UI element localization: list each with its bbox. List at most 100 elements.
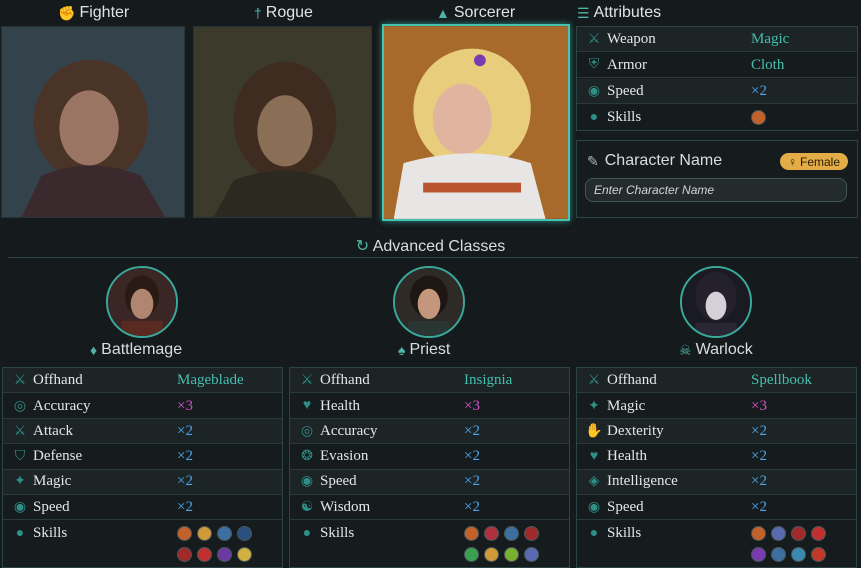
attribute-label: Weapon (607, 30, 656, 47)
skill-icon[interactable] (177, 526, 192, 541)
skill-icon[interactable] (524, 526, 539, 541)
attribute-label: Skills (607, 109, 642, 125)
attribute-row-armor: ⛨ Armor Cloth (577, 53, 857, 78)
skill-icon[interactable] (484, 526, 499, 541)
stat-row: ◎ Accuracy ×2 (290, 419, 569, 445)
skill-icon[interactable] (217, 547, 232, 562)
advanced-class-panel-battlemage: ⚔ Offhand Mageblade ◎ Accuracy ×3 ⚔ Atta… (2, 367, 283, 568)
stat-label: Dexterity (607, 422, 664, 439)
stat-row: ✦ Magic ×3 (577, 394, 856, 419)
skill-icon[interactable] (504, 547, 519, 562)
stat-label: Speed (607, 498, 644, 515)
skill-icon[interactable] (177, 547, 192, 562)
class-name: Battlemage (101, 341, 183, 358)
sorcerer-art (384, 26, 568, 219)
attribute-value: ×2 (751, 82, 767, 99)
skills-icon: ● (589, 109, 599, 125)
skill-icon[interactable] (811, 547, 826, 562)
stat-value: ×2 (464, 473, 480, 490)
magic-icon: ✦ (14, 474, 26, 490)
character-name-panel: ✎ Character Name ♀ Female (576, 140, 858, 218)
skill-icon[interactable] (791, 547, 806, 562)
skill-icon[interactable] (197, 547, 212, 562)
rogue-portrait[interactable] (193, 26, 372, 218)
skills-label: Skills (607, 525, 642, 541)
sorcerer-portrait[interactable] (382, 24, 570, 221)
skill-icon[interactable] (771, 547, 786, 562)
advanced-class-panel-priest: ⚔ Offhand Insignia ♥ Health ×3 ◎ Accurac… (289, 367, 570, 568)
stat-value: ×3 (464, 397, 480, 414)
stat-row: ◉ Speed ×2 (290, 469, 569, 495)
class-name: Warlock (695, 341, 753, 358)
character-name-title: Character Name (604, 152, 723, 169)
skill-icon[interactable] (751, 547, 766, 562)
speed-icon: ◉ (587, 499, 601, 515)
skill-icon[interactable] (771, 526, 786, 541)
skill-icon[interactable] (237, 526, 252, 541)
offhand-label: Offhand (33, 371, 83, 388)
skill-icon[interactable] (524, 547, 539, 562)
shield-icon: ⛉ (14, 448, 26, 464)
skill-icon[interactable] (811, 526, 826, 541)
magic-icon: ✦ (588, 398, 600, 414)
attribute-label: Speed (607, 82, 644, 99)
class-name: Priest (409, 341, 451, 358)
attribute-row-weapon: ⚔ Weapon Magic (577, 27, 857, 52)
speed-icon: ◉ (300, 474, 314, 490)
fighter-portrait[interactable] (1, 26, 185, 218)
heart-icon: ♥ (302, 398, 312, 413)
skill-icon[interactable] (197, 526, 212, 541)
dexterity-icon: ✋ (585, 423, 603, 439)
list-icon: ☰ (577, 4, 590, 21)
offhand-icon: ⚔ (587, 372, 601, 388)
skill-icon[interactable] (504, 526, 519, 541)
skill-icon[interactable] (791, 526, 806, 541)
stat-value: ×2 (751, 422, 767, 439)
battlemage-name: ♦ Battlemage (90, 341, 182, 359)
skill-icon[interactable] (464, 526, 479, 541)
warlock-avatar[interactable] (680, 266, 752, 338)
offhand-row: ⚔ Offhand Spellbook (577, 368, 856, 393)
advanced-class-panel-warlock: ⚔ Offhand Spellbook ✦ Magic ×3 ✋ Dexteri… (576, 367, 857, 568)
stat-value: ×2 (464, 422, 480, 439)
stat-value: ×2 (177, 448, 193, 465)
stat-label: Speed (33, 498, 70, 515)
speed-icon: ◉ (587, 83, 601, 99)
wizard-hat-icon: ▲ (436, 5, 450, 21)
offhand-icon: ⚔ (13, 372, 27, 388)
fist-icon: ✊ (58, 4, 76, 21)
fire-skill-icon[interactable] (751, 110, 766, 125)
stat-label: Health (607, 448, 647, 465)
skill-icon[interactable] (484, 547, 499, 562)
attribute-label: Armor (607, 56, 647, 73)
stat-row: ◎ Accuracy ×3 (3, 394, 282, 419)
skills-row: ● Skills (577, 521, 856, 567)
stat-value: ×3 (751, 397, 767, 414)
stat-value: ×2 (177, 473, 193, 490)
sorcerer-label: Sorcerer (453, 4, 516, 21)
skill-icon[interactable] (751, 526, 766, 541)
target-icon: ◎ (13, 398, 27, 414)
skills-label: Skills (320, 525, 355, 541)
character-name-input[interactable] (585, 178, 847, 202)
stat-row: ◉ Speed ×2 (3, 495, 282, 521)
skill-icon[interactable] (217, 526, 232, 541)
skill-icon[interactable] (464, 547, 479, 562)
pencil-icon: ✎ (587, 152, 599, 169)
intelligence-icon: ◈ (588, 474, 600, 490)
offhand-label: Offhand (607, 371, 657, 388)
skills-row: ● Skills (3, 521, 282, 567)
skill-icon[interactable] (237, 547, 252, 562)
fighter-art (2, 27, 184, 217)
stat-label: Magic (33, 473, 72, 490)
evasion-icon: ❂ (301, 449, 313, 465)
stat-row: ❂ Evasion ×2 (290, 445, 569, 470)
battlemage-avatar[interactable] (106, 266, 178, 338)
priest-avatar[interactable] (393, 266, 465, 338)
offhand-icon: ⚔ (300, 372, 314, 388)
gender-toggle[interactable]: ♀ Female (780, 153, 848, 170)
attack-icon: ⚔ (13, 423, 27, 439)
rogue-label: Rogue (265, 4, 313, 21)
offhand-row: ⚔ Offhand Insignia (290, 368, 569, 393)
fighter-label: Fighter (79, 4, 130, 21)
